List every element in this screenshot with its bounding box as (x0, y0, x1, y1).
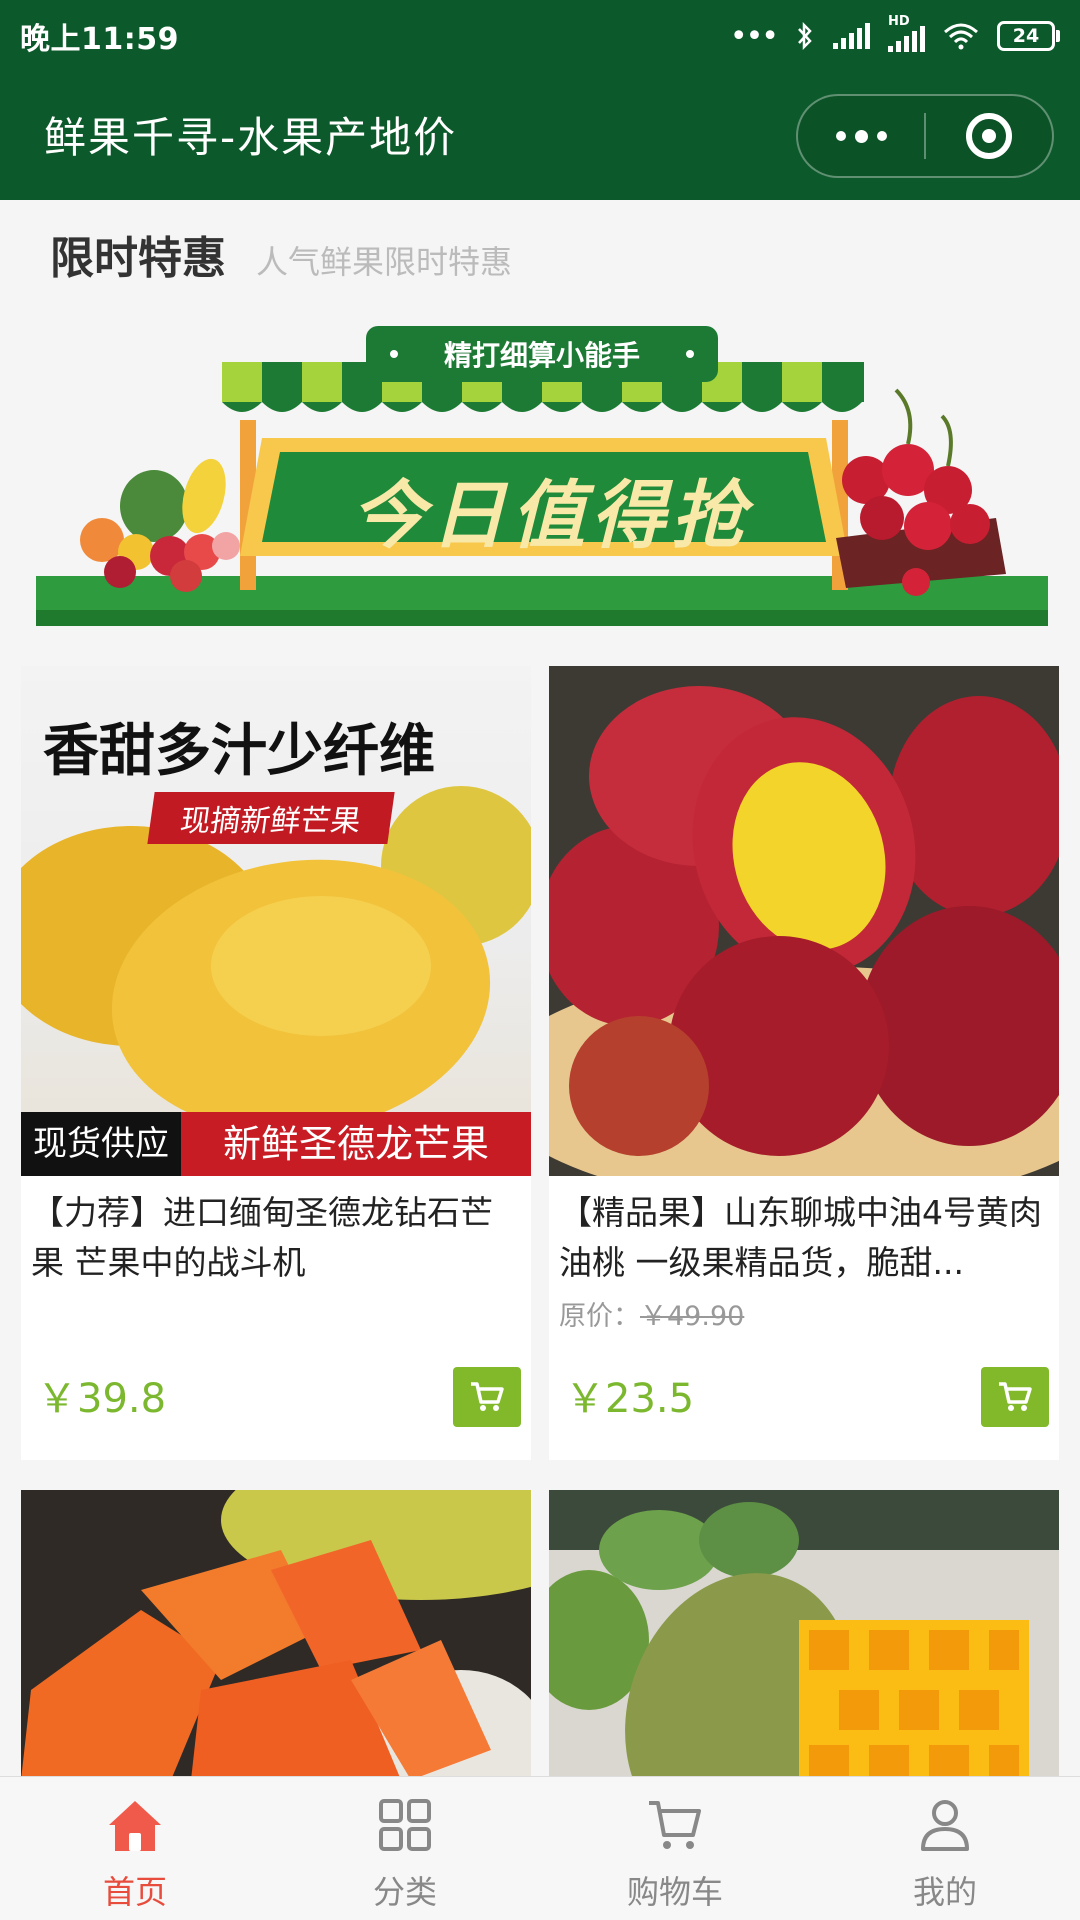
cherry-bowl-right (836, 388, 1006, 596)
image-tag: 现摘新鲜芒果 (147, 792, 395, 844)
nectarine-illustration (549, 686, 1059, 1176)
papaya-image[interactable] (21, 1490, 531, 1780)
top-bar: 晚上11:59 ••• HD 24 鲜果千寻-水果产地价 (0, 0, 1080, 200)
section-header: 限时特惠 人气鲜果限时特惠 (50, 222, 512, 286)
image-label-left: 现货供应 (21, 1112, 181, 1176)
tab-home[interactable]: 首页 (0, 1777, 270, 1920)
add-to-cart-button[interactable] (981, 1367, 1049, 1427)
status-bar: 晚上11:59 ••• HD 24 (0, 0, 1080, 72)
product-price: ￥39.8 (37, 1376, 167, 1422)
product-card[interactable] (549, 1490, 1059, 1780)
fruit-pile-left (80, 458, 240, 592)
home-icon (109, 1801, 161, 1851)
tab-label: 分类 (372, 1873, 437, 1911)
tab-profile[interactable]: 我的 (810, 1777, 1080, 1920)
product-name[interactable]: 【精品果】山东聊城中油4号黄肉油桃 一级果精品货，脆甜... (559, 1188, 1049, 1288)
tab-label: 首页 (102, 1873, 167, 1911)
tab-label: 我的 (912, 1873, 977, 1911)
banner-ribbon-text: 精打细算小能手 (443, 339, 640, 372)
product-image[interactable] (549, 666, 1059, 1176)
tab-cart[interactable]: 购物车 (540, 1777, 810, 1920)
original-price-value: ￥49.90 (640, 1301, 745, 1332)
more-menu-button[interactable] (798, 96, 924, 176)
miniprogram-capsule (796, 94, 1054, 178)
original-price: 原价：￥49.90 (559, 1294, 744, 1333)
battery-icon: 24 (997, 21, 1060, 51)
image-label-right: 新鲜圣德龙芒果 (181, 1112, 531, 1176)
product-image[interactable]: 香甜多汁少纤维 现摘新鲜芒果 现货供应 新鲜圣德龙芒果 (21, 666, 531, 1176)
add-to-cart-button[interactable] (453, 1367, 521, 1427)
target-icon (966, 113, 1012, 159)
mango-box-image[interactable] (549, 1490, 1059, 1780)
cart-icon (999, 1382, 1032, 1411)
product-price: ￥23.5 (565, 1376, 695, 1422)
hd-signal-icon: HD (888, 14, 925, 52)
close-miniprogram-button[interactable] (926, 96, 1052, 176)
cart-icon (471, 1382, 504, 1411)
page-title: 鲜果千寻-水果产地价 (44, 113, 458, 162)
product-card[interactable] (21, 1490, 531, 1780)
section-title: 限时特惠 (50, 233, 226, 284)
cart-icon (649, 1801, 701, 1849)
image-headline: 香甜多汁少纤维 (43, 719, 435, 784)
wifi-icon (944, 23, 978, 50)
tab-category[interactable]: 分类 (270, 1777, 540, 1920)
tab-label: 购物车 (626, 1873, 723, 1911)
nav-header: 鲜果千寻-水果产地价 (0, 86, 1080, 186)
status-time: 晚上11:59 (20, 22, 179, 57)
banner-headline: 今日值得抢 (351, 473, 751, 559)
product-name[interactable]: 【力荐】进口缅甸圣德龙钻石芒果 芒果中的战斗机 (31, 1188, 521, 1288)
product-card[interactable]: 香甜多汁少纤维 现摘新鲜芒果 现货供应 新鲜圣德龙芒果 【力荐】进口缅甸圣德龙钻… (21, 666, 531, 1460)
original-price-label: 原价： (559, 1301, 640, 1332)
product-card[interactable]: 【精品果】山东聊城中油4号黄肉油桃 一级果精品货，脆甜... 原价：￥49.90… (549, 666, 1059, 1460)
more-dots-icon: ••• (729, 18, 779, 54)
signal-icon (833, 23, 870, 49)
promo-banner[interactable]: 精打细算小能手 今日值得抢 (36, 320, 1048, 626)
bottom-tab-bar: 首页 分类 购物车 我的 (0, 1776, 1080, 1920)
user-icon (921, 1800, 969, 1851)
grid-icon (379, 1799, 431, 1851)
bluetooth-icon (798, 21, 812, 51)
section-subtitle: 人气鲜果限时特惠 (256, 243, 513, 281)
status-icons: ••• HD 24 (729, 14, 1060, 54)
